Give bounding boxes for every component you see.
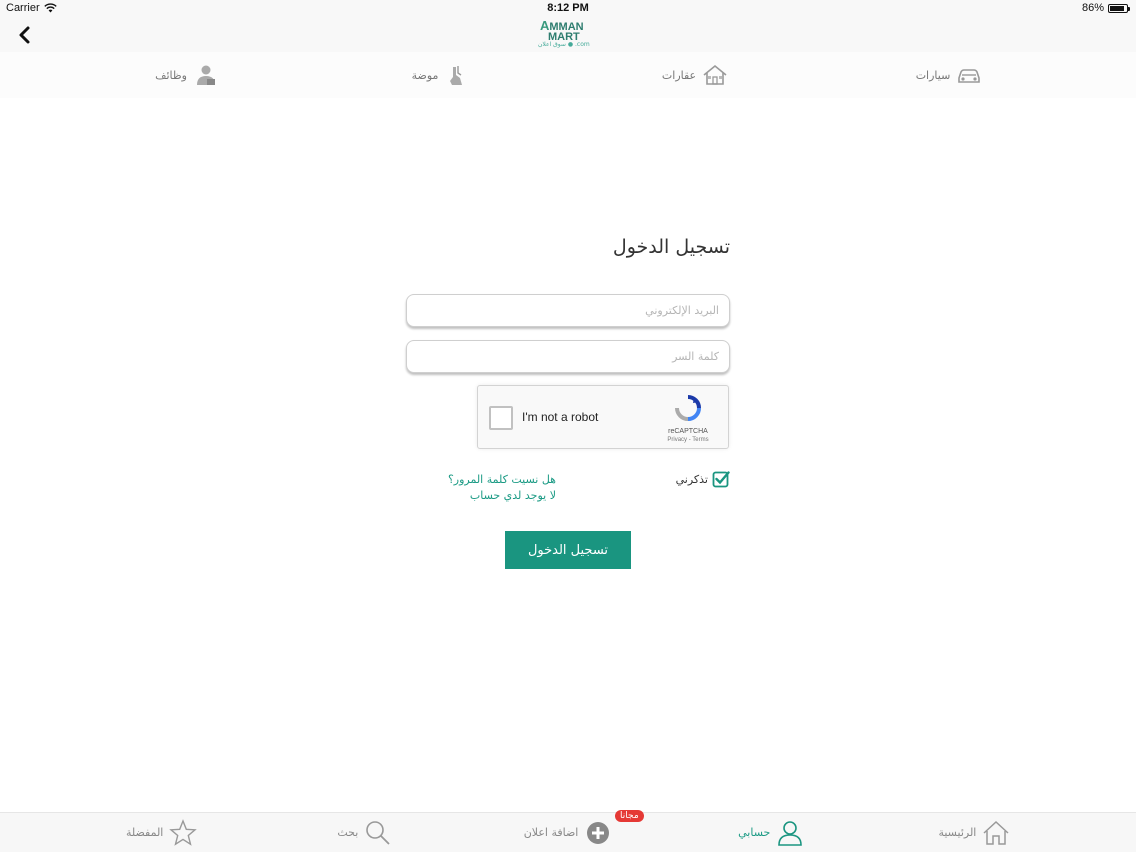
tab-label: اضافة اعلان [523, 826, 579, 839]
chevron-left-icon [19, 26, 30, 44]
app-logo: AMMAN MART سوق اعلان ● .com [538, 18, 590, 48]
tab-my-account[interactable]: حسابي [676, 819, 866, 847]
tab-label: المفضلة [125, 826, 164, 839]
category-jobs[interactable]: وظائف [97, 63, 277, 87]
remember-me-label: تذكرني [675, 472, 708, 486]
fashion-icon [450, 66, 463, 85]
clock: 8:12 PM [547, 2, 589, 14]
category-fashion[interactable]: موضة [351, 63, 531, 87]
search-icon [366, 820, 390, 845]
back-button[interactable] [14, 24, 36, 46]
recaptcha-brand: reCAPTCHA [668, 428, 708, 435]
page-title: تسجيل الدخول [612, 236, 730, 258]
tab-label: حسابي [738, 826, 771, 839]
checkbox-checked-icon[interactable] [712, 470, 730, 488]
home-icon [983, 820, 1009, 845]
password-field[interactable] [406, 340, 730, 373]
login-button[interactable]: تسجيل الدخول [505, 531, 631, 569]
nav-bar: AMMAN MART سوق اعلان ● .com [0, 18, 1136, 52]
recaptcha-icon [675, 395, 701, 421]
add-icon [587, 821, 610, 844]
category-cars[interactable]: سيارات [859, 63, 1039, 87]
tab-search[interactable]: بحث [270, 819, 460, 847]
battery-percent: 86% [1081, 2, 1104, 14]
star-icon [169, 818, 198, 846]
tab-home[interactable]: الرئيسية [879, 819, 1069, 847]
register-link[interactable]: لا يوجد لدي حساب [420, 488, 556, 504]
recaptcha-checkbox[interactable] [489, 406, 513, 430]
jobs-icon [196, 65, 215, 85]
category-real-estate[interactable]: عقارات [605, 63, 785, 87]
house-icon [703, 64, 727, 85]
category-bar: سيارات عقارات موضة وظائف [0, 52, 1136, 98]
category-label: وظائف [155, 68, 187, 82]
email-field[interactable] [406, 294, 730, 327]
email-input[interactable] [407, 295, 729, 326]
remember-me-toggle[interactable]: تذكرني [600, 470, 730, 488]
user-icon [778, 820, 803, 846]
tab-add-ad[interactable]: مجانا اضافة اعلان [473, 809, 663, 847]
tab-label: الرئيسية [938, 826, 977, 839]
battery-icon [1108, 3, 1130, 13]
car-icon [958, 69, 981, 83]
recaptcha-logo: reCAPTCHA Privacy - Terms [658, 394, 718, 443]
category-label: موضة [411, 68, 439, 82]
forgot-password-link[interactable]: هل نسيت كلمة المرور؟ [420, 472, 556, 488]
password-input[interactable] [407, 341, 729, 372]
battery-indicator: 86% [1081, 2, 1130, 14]
tab-label: بحث [337, 826, 359, 839]
tab-bar: الرئيسية حسابي مجانا اضافة اعلان بحث الم… [0, 809, 1136, 852]
recaptcha-label: I'm not a robot [522, 410, 599, 424]
recaptcha-widget: I'm not a robot reCAPTCHA Privacy - Term… [477, 385, 729, 449]
tab-favorites[interactable]: المفضلة [67, 818, 257, 847]
status-bar: Carrier 8:12 PM 86% [0, 0, 1136, 18]
recaptcha-links[interactable]: Privacy - Terms [658, 437, 718, 443]
account-links: هل نسيت كلمة المرور؟ لا يوجد لدي حساب [420, 472, 556, 504]
category-label: عقارات [661, 68, 697, 82]
category-label: سيارات [915, 68, 951, 82]
free-badge: مجانا [615, 809, 644, 822]
